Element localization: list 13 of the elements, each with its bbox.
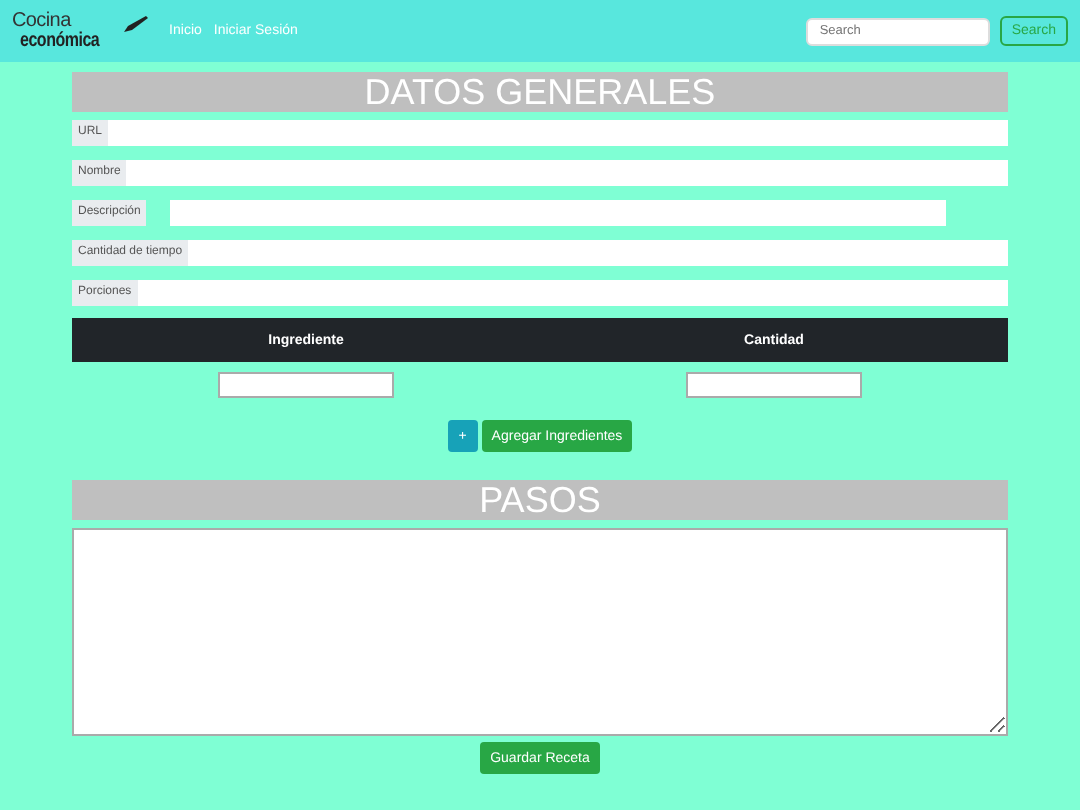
section-title: DATOS GENERALES (72, 72, 1008, 112)
input-field[interactable] (126, 160, 1008, 186)
input-field[interactable] (686, 372, 862, 398)
pen-icon (121, 13, 150, 33)
input-field[interactable] (170, 200, 947, 226)
input-field[interactable] (188, 240, 1008, 266)
brand-name[interactable]: económica (20, 31, 100, 51)
brand-name[interactable]: Cocina (12, 11, 71, 31)
steps-textarea[interactable] (72, 528, 1008, 736)
section-title: PASOS (72, 480, 1008, 520)
input-field[interactable] (108, 120, 1008, 146)
input-field[interactable] (137, 280, 1008, 306)
input-field[interactable] (218, 372, 394, 398)
